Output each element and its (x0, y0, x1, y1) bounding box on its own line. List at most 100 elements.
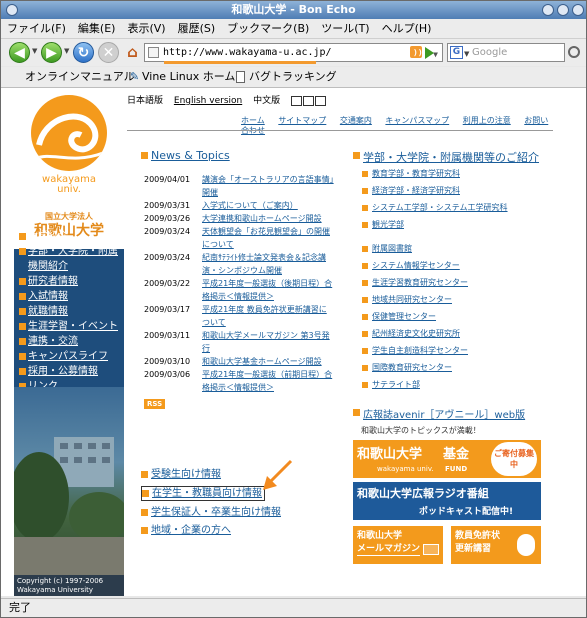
right-link[interactable]: 地域共同研究センター (362, 294, 562, 305)
left-nav-collaboration[interactable]: 連携・交流 (14, 334, 124, 349)
back-dropdown-icon[interactable]: ▼ (32, 47, 37, 55)
home-button[interactable]: ⌂ (122, 42, 143, 63)
faculties-list: 教育学部・教育学研究科 経済学部・経済学研究科 システム工学部・システム工学研究… (362, 168, 562, 390)
menu-bar: ファイル(F) 編集(E) 表示(V) 履歴(S) ブックマーク(B) ツール(T) ヘルプ… (1, 19, 586, 39)
right-link[interactable]: 附属図書館 (362, 243, 562, 254)
link-guardians-alumni[interactable]: 学生保証人・卒業生向け情報 (141, 506, 341, 519)
right-link[interactable]: システム工学部・システム工学研究科 (362, 202, 562, 213)
forward-button[interactable]: ▶ (41, 42, 62, 63)
audience-links: 受験生向け情報 在学生・教職員向け情報 学生保証人・卒業生向け情報 地域・企業の… (141, 468, 341, 537)
vine-icon: ✎ (130, 70, 140, 83)
left-nav-about[interactable]: 大学紹介 (14, 229, 124, 244)
news-item: 2009/03/06 平成21年度一般選抜（前期日程）合格掲示＜情報提供＞ (144, 370, 333, 392)
lang-english[interactable]: English version (174, 96, 242, 106)
left-nav-campus-life[interactable]: キャンパスライフ (14, 349, 124, 364)
page-icon (236, 71, 245, 83)
search-icon[interactable] (568, 46, 580, 58)
close-icon[interactable] (572, 4, 584, 16)
menu-edit[interactable]: 編集(E) (72, 19, 122, 39)
mail-magazine-banner[interactable]: 和歌山大学 メールマガジン (353, 526, 443, 564)
corp-label: 国立大学法人 (45, 212, 93, 221)
news-item: 2009/03/17 平成21年度 教員免許状更新講習について (144, 305, 327, 327)
envelope-icon (423, 544, 439, 555)
font-small-icon[interactable] (290, 95, 302, 106)
news-item: 2009/03/11 和歌山大学メールマガジン 第3号発行 (144, 331, 330, 353)
go-button[interactable] (425, 47, 434, 59)
right-link[interactable]: 教育学部・教育学研究科 (362, 168, 562, 179)
web-page: wakayama univ. 国立大学法人 和歌山大学 大学紹介 学部・大学院・附… (1, 88, 586, 596)
left-nav-careers[interactable]: 就職情報 (14, 304, 124, 319)
rss-feed-icon[interactable]: )) (410, 46, 423, 58)
lang-chinese[interactable]: 中文版 (253, 96, 280, 106)
left-nav-admissions[interactable]: 入試情報 (14, 289, 124, 304)
search-placeholder: Google (472, 47, 508, 58)
font-medium-icon[interactable] (302, 95, 314, 106)
top-nav-home[interactable]: ホーム (241, 116, 265, 125)
right-link[interactable]: 生涯学習教育研究センター (362, 277, 562, 288)
menu-file[interactable]: ファイル(F) (1, 19, 72, 39)
menu-history[interactable]: 履歴(S) (172, 19, 222, 39)
fund-banner[interactable]: 和歌山大学 基金 wakayama univ. FUND ご寄付募集中 (353, 440, 541, 478)
url-text: http://www.wakayama-u.ac.jp/ (163, 47, 332, 58)
search-input[interactable]: G ▼ Google (447, 43, 565, 62)
news-list: 2009/04/01 講演会「オーストラリアの言語事情」開催 2009/03/31… (144, 173, 334, 409)
left-nav-lifelong-learning[interactable]: 生涯学習・イベント (14, 319, 124, 334)
right-link[interactable]: サテライト部 (362, 379, 562, 390)
top-nav-access[interactable]: 交通案内 (340, 116, 372, 125)
right-link[interactable]: 観光学部 (362, 219, 562, 230)
license-renewal-banner[interactable]: 教員免許状 更新講習 (451, 526, 541, 564)
link-community-business[interactable]: 地域・企業の方へ (141, 524, 341, 537)
right-link[interactable]: 学生自主創造科学センター (362, 345, 562, 356)
language-links: 日本語版 English version 中文版 (127, 95, 553, 107)
person-icon (517, 534, 535, 556)
university-logo[interactable]: wakayama univ. (14, 89, 124, 211)
url-highlight-underline (164, 61, 316, 64)
lang-japanese[interactable]: 日本語版 (127, 96, 163, 106)
faculties-heading[interactable]: 学部・大学院・附属機関等のご紹介 (353, 149, 539, 165)
bookmark-bug-tracking[interactable]: バグトラッキング (249, 67, 337, 87)
link-students-staff[interactable]: 在学生・教職員向け情報 (141, 486, 265, 501)
top-nav-campus-map[interactable]: キャンパスマップ (385, 116, 449, 125)
forward-dropdown-icon[interactable]: ▼ (64, 47, 69, 55)
right-link[interactable]: 保健管理センター (362, 311, 562, 322)
top-nav-sitemap[interactable]: サイトマップ (278, 116, 326, 125)
top-nav-terms[interactable]: 利用上の注意 (463, 116, 511, 125)
menu-view[interactable]: 表示(V) (121, 19, 171, 39)
news-item: 2009/03/26 大学連携和歌山ホームページ開設 (144, 214, 322, 223)
font-large-icon[interactable] (314, 95, 326, 106)
avenir-heading[interactable]: 広報誌avenir［アヴニール］web版 (353, 406, 525, 421)
menu-help[interactable]: ヘルプ(H) (376, 19, 438, 39)
news-item: 2009/03/24 天体観望会「お花見観望会」の開催について (144, 227, 330, 249)
right-link[interactable]: 経済学部・経済学研究科 (362, 185, 562, 196)
page-icon (148, 47, 159, 58)
bookmarks-toolbar: オンラインマニュアル ✎ Vine Linux ホーム バグトラッキング (1, 67, 586, 88)
bookmark-vine-linux[interactable]: Vine Linux ホーム (142, 67, 235, 87)
menu-tools[interactable]: ツール(T) (315, 19, 375, 39)
stop-button[interactable]: ✕ (98, 42, 119, 63)
left-nav-faculties[interactable]: 学部・大学院・附属機関紹介 (14, 244, 124, 274)
right-link[interactable]: 紀州経済史文化史研究所 (362, 328, 562, 339)
left-nav-recruitment[interactable]: 採用・公募情報 (14, 364, 124, 379)
logo-text: wakayama univ. (42, 174, 96, 195)
menu-bookmarks[interactable]: ブックマーク(B) (221, 19, 315, 39)
bookmark-online-manual[interactable]: オンラインマニュアル (25, 67, 135, 87)
news-item: 2009/03/22 平成21年度一般選抜（後期日程）合格掲示＜情報提供＞ (144, 279, 333, 301)
engine-dropdown-icon[interactable]: ▼ (464, 46, 469, 63)
window-menu-icon[interactable] (6, 4, 18, 16)
link-applicants[interactable]: 受験生向け情報 (141, 468, 341, 481)
right-link[interactable]: システム情報学センター (362, 260, 562, 271)
news-heading[interactable]: News & Topics (141, 149, 230, 162)
url-bar[interactable]: http://www.wakayama-u.ac.jp/ )) ▼ (144, 43, 443, 62)
radio-banner[interactable]: 和歌山大学広報ラジオ番組 ポッドキャスト配信中! (353, 482, 541, 520)
maximize-icon[interactable] (557, 4, 569, 16)
navigation-toolbar: ◀ ▼ ▶ ▼ ↻ ✕ ⌂ http://www.wakayama-u.ac.j… (1, 39, 586, 66)
minimize-icon[interactable] (542, 4, 554, 16)
campus-photo (9, 387, 129, 575)
back-button[interactable]: ◀ (9, 42, 30, 63)
left-nav-researchers[interactable]: 研究者情報 (14, 274, 124, 289)
rss-badge[interactable]: RSS (144, 399, 166, 409)
reload-button[interactable]: ↻ (73, 42, 94, 63)
google-engine-icon[interactable]: G (450, 46, 463, 59)
browser-window: 和歌山大学 - Bon Echo ファイル(F) 編集(E) 表示(V) 履歴(S) ブ… (0, 0, 587, 618)
right-link[interactable]: 国際教育研究センター (362, 362, 562, 373)
